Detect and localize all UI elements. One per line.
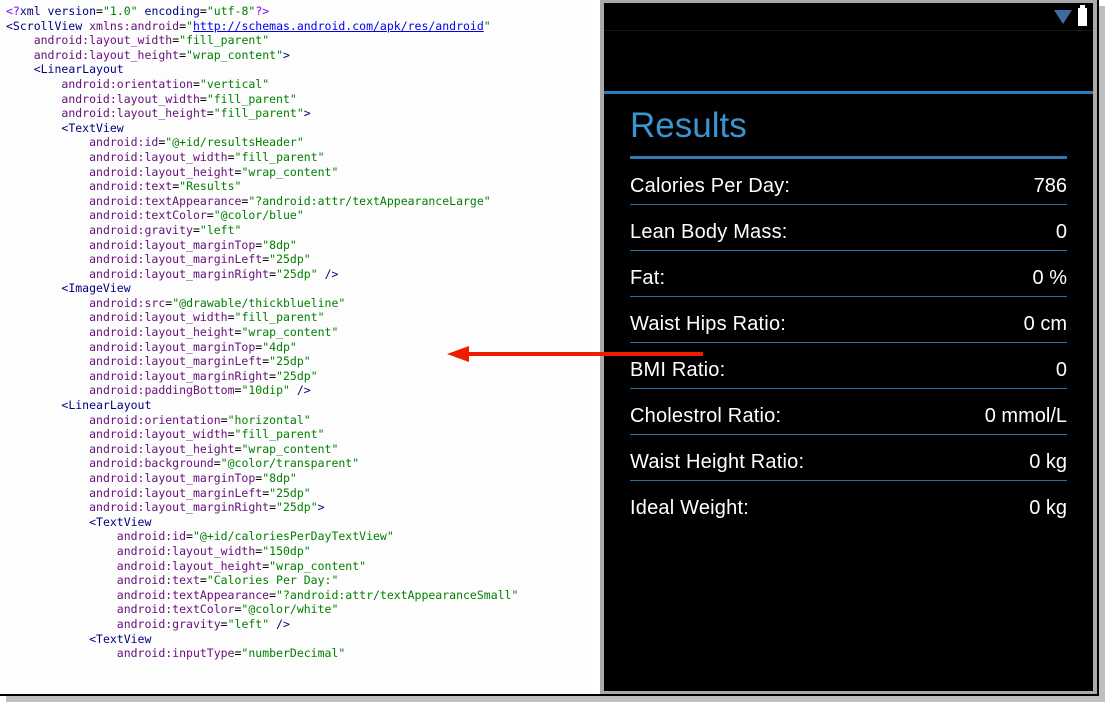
value-waist-height: 0 kg — [1029, 451, 1067, 474]
row-bmi: BMI Ratio: 0 — [630, 343, 1067, 388]
row-waist-height: Waist Height Ratio: 0 kg — [630, 435, 1067, 480]
label-fat: Fat: — [630, 267, 665, 290]
label-bmi: BMI Ratio: — [630, 359, 725, 382]
value-ideal-weight: 0 kg — [1029, 497, 1067, 520]
top-divider — [604, 91, 1093, 94]
row-calories: Calories Per Day: 786 — [630, 159, 1067, 204]
results-header: Results — [630, 106, 1067, 146]
value-fat: 0 % — [1033, 267, 1067, 290]
label-chol: Cholestrol Ratio: — [630, 405, 781, 428]
label-waist-height: Waist Height Ratio: — [630, 451, 804, 474]
status-bar — [604, 3, 1093, 31]
value-waist-hips: 0 cm — [1024, 313, 1067, 336]
battery-icon — [1078, 8, 1087, 26]
label-lbm: Lean Body Mass: — [630, 221, 788, 244]
value-chol: 0 mmol/L — [985, 405, 1067, 428]
value-lbm: 0 — [1056, 221, 1067, 244]
label-waist-hips: Waist Hips Ratio: — [630, 313, 786, 336]
label-ideal-weight: Ideal Weight: — [630, 497, 749, 520]
android-preview: Results Calories Per Day: 786 Lean Body … — [600, 0, 1097, 694]
row-ideal-weight: Ideal Weight: 0 kg — [630, 481, 1067, 526]
label-calories: Calories Per Day: — [630, 175, 790, 198]
value-bmi: 0 — [1056, 359, 1067, 382]
row-fat: Fat: 0 % — [630, 251, 1067, 296]
row-cholesterol: Cholestrol Ratio: 0 mmol/L — [630, 389, 1067, 434]
value-calories: 786 — [1034, 175, 1067, 198]
row-waist-hips: Waist Hips Ratio: 0 cm — [630, 297, 1067, 342]
results-panel[interactable]: Results Calories Per Day: 786 Lean Body … — [604, 106, 1093, 526]
xml-code-editor[interactable]: <?xml version="1.0" encoding="utf-8"?> <… — [0, 0, 592, 694]
row-lean-body-mass: Lean Body Mass: 0 — [630, 205, 1067, 250]
signal-icon — [1054, 10, 1072, 24]
